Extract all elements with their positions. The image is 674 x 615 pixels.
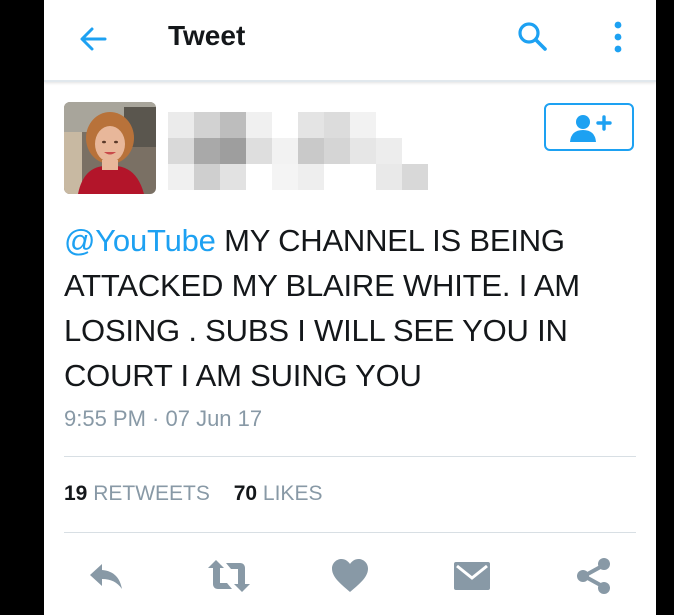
tweet-text: @YouTube MY CHANNEL IS BEING ATTACKED MY… <box>64 218 634 398</box>
share-icon <box>577 558 610 594</box>
share-button[interactable] <box>574 556 614 596</box>
retweets-count: 19 <box>64 482 88 505</box>
like-icon <box>332 559 368 592</box>
direct-message-icon <box>454 562 490 590</box>
direct-message-button[interactable] <box>452 556 492 596</box>
back-arrow-icon[interactable] <box>78 24 108 54</box>
retweets-label: RETWEETS <box>93 482 210 505</box>
more-vertical-icon[interactable] <box>608 20 628 54</box>
reply-icon <box>90 564 122 589</box>
engagement-stats: 19 RETWEETS 70 LIKES <box>64 482 340 506</box>
mention-link[interactable]: @YouTube <box>64 223 216 258</box>
reply-button[interactable] <box>86 556 126 596</box>
like-button[interactable] <box>330 556 370 596</box>
follow-button[interactable] <box>544 103 634 151</box>
divider <box>64 456 636 457</box>
tweet-detail-screen: Tweet @YouTube MY CHANNEL IS BEING ATTAC… <box>44 0 656 615</box>
likes-stat[interactable]: 70 LIKES <box>234 482 323 506</box>
redacted-username-blur <box>168 112 428 190</box>
retweets-stat[interactable]: 19 RETWEETS <box>64 482 210 506</box>
retweet-icon <box>208 560 250 592</box>
retweet-button[interactable] <box>206 556 252 596</box>
search-icon[interactable] <box>516 20 548 52</box>
page-title: Tweet <box>168 20 246 51</box>
tweet-action-bar <box>44 548 656 604</box>
top-app-bar: Tweet <box>44 0 656 82</box>
add-user-icon <box>570 115 612 142</box>
likes-count: 70 <box>233 482 258 505</box>
likes-label: LIKES <box>262 482 323 505</box>
divider <box>64 532 636 533</box>
avatar[interactable] <box>64 102 156 194</box>
tweet-timestamp: 9:55 PM · 07 Jun 17 <box>64 406 263 431</box>
